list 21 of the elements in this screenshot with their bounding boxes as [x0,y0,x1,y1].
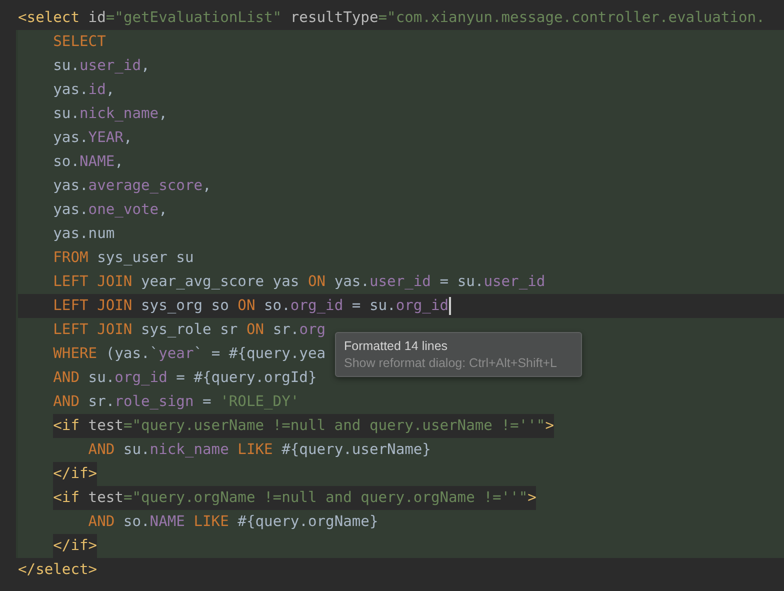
code-line: AND su.nick_name LIKE #{query.userName} [88,440,431,460]
code-line: LEFT JOIN sys_role sr ON sr.org [53,320,326,340]
code-line: SELECT [53,32,106,52]
code-line: FROM sys_user su [53,248,194,268]
code-line: WHERE (yas.`year` = #{query.yea [53,344,326,364]
code-line: AND so.NAME LIKE #{query.orgName} [88,512,378,532]
code-line: LEFT JOIN year_avg_score yas ON yas.user_id = su.user_id [53,272,546,292]
text-cursor [448,297,451,315]
code-line: AND sr.role_sign = 'ROLE_DY' [53,392,300,412]
tooltip-hint: Show reformat dialog: Ctrl+Alt+Shift+L [344,355,558,372]
code-line: yas.average_score, [53,176,212,196]
code-line: yas.one_vote, [53,200,168,220]
code-line: su.user_id, [53,56,150,76]
tooltip-title: Formatted 14 lines [344,338,449,355]
code-line: so.NAME, [53,152,124,172]
code-line: yas.YEAR, [53,128,132,148]
code-line: LEFT JOIN sys_org so ON so.org_id = su.org_id [53,296,449,316]
code-line: yas.num [53,224,115,244]
code-line: yas.id, [53,80,115,100]
code-line: su.nick_name, [53,104,168,124]
code-line: AND su.org_id = #{query.orgId} [53,368,317,388]
